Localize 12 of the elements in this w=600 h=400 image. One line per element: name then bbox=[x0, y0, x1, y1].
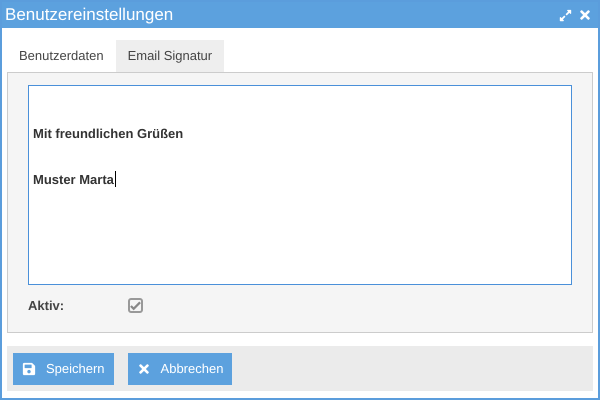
close-icon bbox=[136, 362, 151, 376]
tab[interactable]: Email Signatur bbox=[116, 40, 224, 72]
window-title: Benutzereinstellungen bbox=[5, 4, 174, 26]
text-cursor bbox=[114, 171, 116, 188]
signature-editor[interactable]: Mit freundlichen Grüßen Muster Marta bbox=[28, 85, 572, 285]
save-icon bbox=[22, 362, 36, 376]
close-icon[interactable] bbox=[578, 8, 592, 22]
check-icon bbox=[130, 300, 141, 311]
maximize-icon[interactable] bbox=[559, 8, 572, 22]
field-label: Aktiv: bbox=[28, 297, 66, 315]
signature-line: Muster Marta bbox=[33, 170, 114, 188]
signature-line: Mit freundlichen Grüßen bbox=[33, 125, 184, 143]
